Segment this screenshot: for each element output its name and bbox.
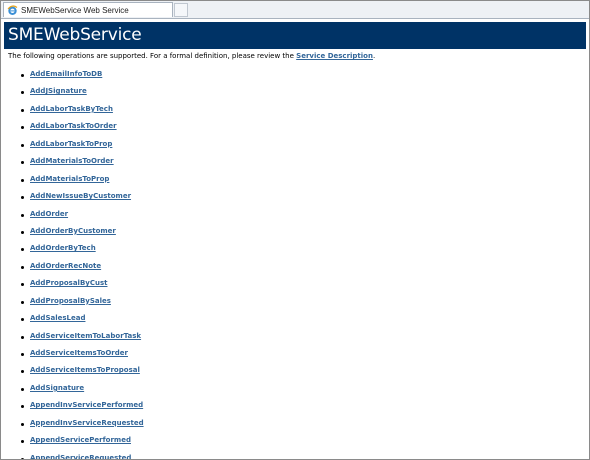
operation-link[interactable]: AddServiceItemsToOrder [30,349,128,357]
operation-item: AddServiceItemsToProposal [1,366,589,383]
intro-sentence: The following operations are supported. … [8,52,297,60]
operation-item: AddMaterialsToProp [1,175,589,192]
operation-link[interactable]: AddOrder [30,210,68,218]
operation-link[interactable]: AddEmailInfoToDB [30,70,102,78]
operation-item: AddProposalByCust [1,279,589,296]
operation-link[interactable]: AppendInvServiceRequested [30,419,144,427]
internet-explorer-icon [7,4,18,15]
tab-bar: SMEWebService Web Service [1,1,589,19]
browser-tab[interactable]: SMEWebService Web Service [3,2,173,17]
bullet-icon [21,440,24,444]
operation-link[interactable]: AddLaborTaskByTech [30,105,113,113]
operation-link[interactable]: AddMaterialsToOrder [30,157,114,165]
operation-item: AppendServicePerformed [1,436,589,453]
bullet-icon [21,318,24,322]
page-title: SMEWebService [8,25,142,45]
operation-item: AddSalesLead [1,314,589,331]
bullet-icon [21,335,24,339]
operation-item: AddServiceItemsToOrder [1,349,589,366]
operation-item: AddSignature [1,384,589,401]
operation-link[interactable]: AddOrderByCustomer [30,227,116,235]
bullet-icon [21,230,24,234]
operation-link[interactable]: AddNewIssueByCustomer [30,192,131,200]
operation-link[interactable]: AppendInvServicePerformed [30,401,143,409]
bullet-icon [21,126,24,130]
operation-link[interactable]: AddJSignature [30,87,87,95]
operation-item: AddLaborTaskByTech [1,105,589,122]
operation-link[interactable]: AddServiceItemsToProposal [30,366,140,374]
bullet-icon [21,353,24,356]
bullet-icon [21,196,24,200]
bullet-icon [21,370,24,374]
operation-link[interactable]: AppendServiceRequested [30,454,131,459]
operation-link[interactable]: AddProposalByCust [30,279,107,287]
bullet-icon [21,213,24,217]
bullet-icon [21,283,24,287]
operation-link[interactable]: AddOrderByTech [30,244,96,252]
new-tab-button[interactable] [174,3,188,17]
operation-item: AddLaborTaskToOrder [1,122,589,139]
operation-link[interactable]: AddOrderRecNote [30,262,101,270]
bullet-icon [21,387,24,391]
bullet-icon [21,405,24,409]
operation-link[interactable]: AddSalesLead [30,314,85,322]
operation-item: AddOrderByCustomer [1,227,589,244]
bullet-icon [21,422,24,426]
service-description-link[interactable]: Service Description [296,52,373,60]
bullet-icon [21,108,24,112]
operation-item: AddOrder [1,210,589,227]
bullet-icon [21,248,24,252]
operation-link[interactable]: AddServiceItemToLaborTask [30,332,141,340]
bullet-icon [21,178,24,182]
intro-text: The following operations are supported. … [8,52,375,60]
operation-item: AddEmailInfoToDB [1,70,589,87]
bullet-icon [21,91,24,95]
operation-item: AddMaterialsToOrder [1,157,589,174]
operation-item: AddOrderRecNote [1,262,589,279]
tab-title: SMEWebService Web Service [21,5,129,15]
operation-link[interactable]: AddSignature [30,384,84,392]
operations-list: AddEmailInfoToDB AddJSignature AddLaborTas… [1,70,589,459]
bullet-icon [21,265,24,269]
operation-link[interactable]: AddLaborTaskToOrder [30,122,117,130]
operation-item: AppendInvServicePerformed [1,401,589,418]
operation-item: AddJSignature [1,87,589,104]
page-header: SMEWebService [4,22,586,49]
operation-item: AddProposalBySales [1,297,589,314]
operation-item: AddServiceItemToLaborTask [1,332,589,349]
operation-item: AddOrderByTech [1,244,589,261]
operation-link[interactable]: AddMaterialsToProp [30,175,109,183]
operation-item: AddLaborTaskToProp [1,140,589,157]
operation-item: AppendInvServiceRequested [1,419,589,436]
bullet-icon [21,143,24,147]
operation-link[interactable]: AddProposalBySales [30,297,111,305]
bullet-icon [21,300,24,304]
browser-window: SMEWebService Web Service SMEWebService … [0,0,590,460]
operation-item: AppendServiceRequested [1,454,589,459]
bullet-icon [21,161,24,165]
operation-link[interactable]: AddLaborTaskToProp [30,140,112,148]
operation-item: AddNewIssueByCustomer [1,192,589,209]
bullet-icon [21,74,24,77]
operation-link[interactable]: AppendServicePerformed [30,436,131,444]
intro-suffix: . [372,52,376,60]
